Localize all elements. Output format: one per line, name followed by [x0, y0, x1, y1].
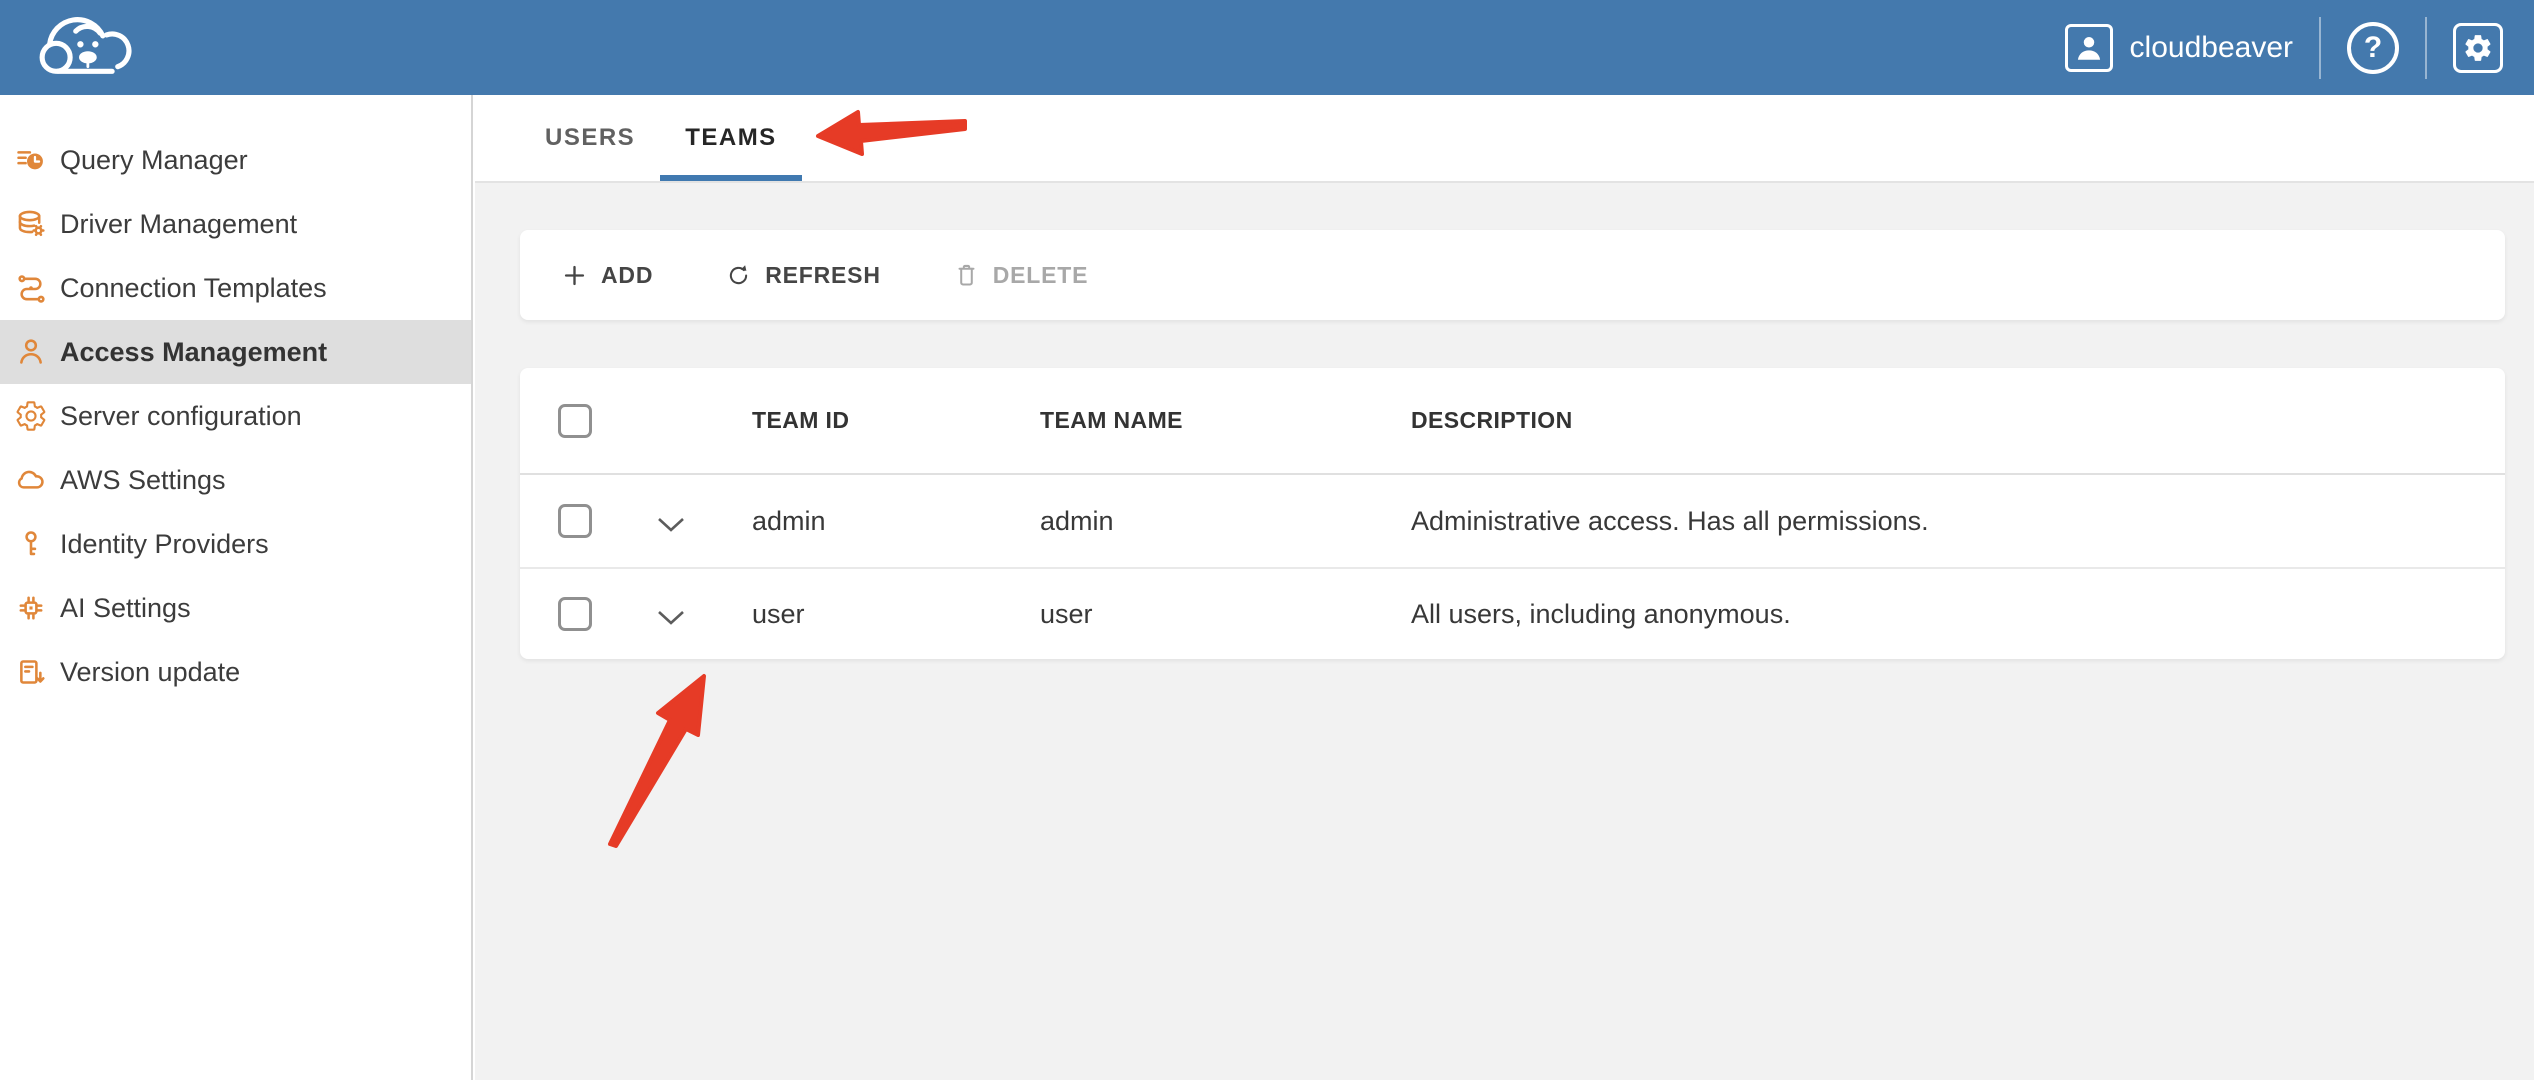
- sidebar-item-label: Access Management: [60, 337, 327, 368]
- trash-icon: [953, 262, 980, 289]
- teams-table: TEAM ID TEAM NAME DESCRIPTION admin admi…: [520, 368, 2505, 659]
- sidebar-item-identity-providers[interactable]: Identity Providers: [0, 512, 471, 576]
- username-label: cloudbeaver: [2130, 31, 2293, 65]
- column-header-team-name: TEAM NAME: [1010, 407, 1381, 434]
- sidebar-item-version-update[interactable]: Version update: [0, 640, 471, 704]
- driver-management-icon: [14, 207, 48, 241]
- aws-cloud-icon: [14, 463, 48, 497]
- access-management-panel: USERS TEAMS ADD REFRESH: [475, 95, 2534, 1080]
- row-checkbox[interactable]: [558, 504, 592, 538]
- cell-team-name: user: [1010, 599, 1381, 630]
- version-update-icon: [14, 655, 48, 689]
- cell-team-id: admin: [722, 506, 1010, 537]
- identity-key-icon: [14, 527, 48, 561]
- help-glyph: ?: [2364, 31, 2382, 65]
- access-management-icon: [14, 335, 48, 369]
- sidebar-item-label: Identity Providers: [60, 529, 269, 560]
- top-app-bar: cloudbeaver ?: [0, 0, 2534, 95]
- add-button-label: ADD: [601, 262, 653, 289]
- sidebar-item-label: AWS Settings: [60, 465, 226, 496]
- add-button[interactable]: ADD: [561, 262, 653, 289]
- server-configuration-icon: [14, 399, 48, 433]
- tab-teams[interactable]: TEAMS: [660, 95, 802, 181]
- table-row-admin[interactable]: admin admin Administrative access. Has a…: [520, 475, 2505, 567]
- column-header-team-id: TEAM ID: [722, 407, 1010, 434]
- tab-label: USERS: [545, 124, 635, 152]
- sidebar-item-connection-templates[interactable]: Connection Templates: [0, 256, 471, 320]
- sidebar-item-aws-settings[interactable]: AWS Settings: [0, 448, 471, 512]
- sidebar-item-label: Server configuration: [60, 401, 302, 432]
- cloudbeaver-logo: [30, 8, 142, 88]
- column-header-description: DESCRIPTION: [1381, 407, 2505, 434]
- cell-description: Administrative access. Has all permissio…: [1381, 506, 2505, 537]
- user-avatar-icon[interactable]: [2065, 24, 2113, 72]
- sidebar-item-label: Query Manager: [60, 145, 248, 176]
- topbar-right-group: cloudbeaver ?: [2065, 17, 2503, 79]
- refresh-button[interactable]: REFRESH: [725, 262, 881, 289]
- sidebar-item-query-manager[interactable]: Query Manager: [0, 128, 471, 192]
- row-checkbox[interactable]: [558, 597, 592, 631]
- sidebar-item-driver-management[interactable]: Driver Management: [0, 192, 471, 256]
- table-row-user[interactable]: user user All users, including anonymous…: [520, 567, 2505, 659]
- help-icon[interactable]: ?: [2347, 22, 2399, 74]
- cell-description: All users, including anonymous.: [1381, 599, 2505, 630]
- tab-label: TEAMS: [685, 124, 777, 152]
- sidebar-item-ai-settings[interactable]: AI Settings: [0, 576, 471, 640]
- chevron-down-icon[interactable]: [655, 604, 687, 624]
- cell-team-name: admin: [1010, 506, 1381, 537]
- delete-button-label: DELETE: [993, 262, 1089, 289]
- delete-button[interactable]: DELETE: [953, 262, 1089, 289]
- sidebar-item-label: Driver Management: [60, 209, 297, 240]
- connection-templates-icon: [14, 271, 48, 305]
- teams-content: ADD REFRESH DELETE: [475, 183, 2534, 659]
- sidebar-item-label: AI Settings: [60, 593, 191, 624]
- tab-users[interactable]: USERS: [520, 95, 660, 181]
- chevron-down-icon[interactable]: [655, 511, 687, 531]
- select-all-checkbox[interactable]: [558, 404, 592, 438]
- refresh-icon: [725, 262, 752, 289]
- plus-icon: [561, 262, 588, 289]
- sidebar-item-access-management[interactable]: Access Management: [0, 320, 471, 384]
- cell-team-id: user: [722, 599, 1010, 630]
- topbar-divider: [2319, 17, 2321, 79]
- settings-gear-icon[interactable]: [2453, 23, 2503, 73]
- sidebar-item-server-configuration[interactable]: Server configuration: [0, 384, 471, 448]
- topbar-divider: [2425, 17, 2427, 79]
- sidebar-item-label: Connection Templates: [60, 273, 327, 304]
- refresh-button-label: REFRESH: [765, 262, 881, 289]
- admin-sidebar: Query Manager Driver Management Connecti…: [0, 95, 473, 1080]
- table-header-row: TEAM ID TEAM NAME DESCRIPTION: [520, 368, 2505, 475]
- sidebar-item-label: Version update: [60, 657, 240, 688]
- query-manager-icon: [14, 143, 48, 177]
- teams-toolbar: ADD REFRESH DELETE: [520, 230, 2505, 320]
- tab-bar: USERS TEAMS: [475, 95, 2534, 183]
- ai-chip-icon: [14, 591, 48, 625]
